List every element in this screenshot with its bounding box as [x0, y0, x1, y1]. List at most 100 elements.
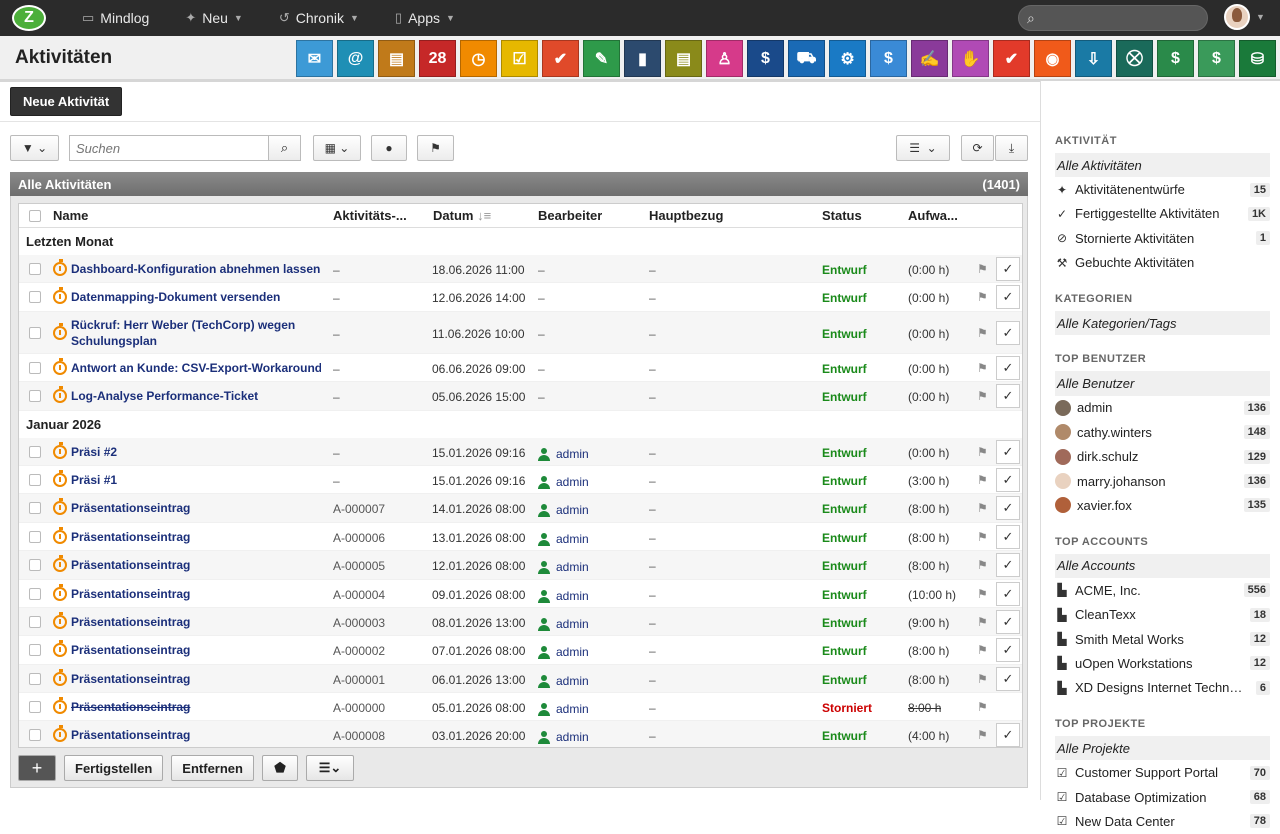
remove-button[interactable]: Entfernen [171, 755, 254, 781]
activity-name-link[interactable]: Antwort an Kunde: CSV-Export-Workaround [71, 361, 321, 375]
table-row[interactable]: Präsentationseintrag A-000006 13.01.2026… [19, 523, 1022, 552]
filter-button[interactable]: ▼ ⌄ [10, 135, 59, 161]
activity-name-link[interactable]: Präsi #1 [71, 473, 321, 487]
all-activities-link[interactable]: Alle Aktivitäten [1055, 153, 1270, 178]
module-tasks-button[interactable]: ☑ [501, 40, 538, 77]
table-row[interactable]: Präsentationseintrag A-000004 09.01.2026… [19, 580, 1022, 608]
table-row[interactable]: Präsentationseintrag A-000001 06.01.2026… [19, 664, 1022, 694]
col-number[interactable]: Aktivitäts-... [333, 208, 413, 223]
user-filter-item[interactable]: dirk.schulz 129 [1055, 445, 1270, 469]
search-button[interactable]: ⌕ [268, 136, 300, 160]
complete-button[interactable]: ✓ [996, 496, 1020, 521]
flag-icon[interactable]: ⚑ [977, 501, 988, 515]
nav-apps[interactable]: ▯ Apps ▼ [395, 10, 455, 26]
col-name[interactable]: Name [53, 208, 88, 223]
flag-filter-button[interactable]: ⚑ [417, 135, 454, 161]
flag-icon[interactable]: ⚑ [977, 530, 988, 544]
complete-button[interactable]: ✓ [996, 285, 1020, 310]
owner-cell[interactable]: admin [538, 701, 589, 717]
row-checkbox[interactable] [29, 530, 41, 543]
user-filter-item[interactable]: xavier.fox 135 [1055, 493, 1270, 517]
row-checkbox[interactable] [29, 263, 41, 275]
user-filter-item[interactable]: marry.johanson 136 [1055, 469, 1270, 493]
flag-icon[interactable]: ⚑ [977, 587, 988, 601]
account-filter-item[interactable]: ▙ XD Designs Internet Technol... 6 [1055, 676, 1270, 700]
flag-icon[interactable]: ⚑ [977, 290, 988, 304]
row-checkbox[interactable] [29, 729, 41, 742]
chevron-down-icon[interactable]: ▼ [1256, 12, 1265, 22]
flag-icon[interactable]: ⚑ [977, 445, 988, 459]
owner-cell[interactable]: admin [538, 559, 589, 575]
table-row[interactable]: Präsentationseintrag A-000002 07.01.2026… [19, 636, 1022, 665]
module-cart-button[interactable]: ⛒ [1116, 40, 1153, 77]
search-input[interactable] [70, 136, 268, 160]
flag-icon[interactable]: ⚑ [977, 672, 988, 686]
flag-icon[interactable]: ⚑ [977, 700, 988, 714]
date-filter-button[interactable]: ▦ ⌄ [313, 135, 361, 161]
module-handshake-button[interactable]: ✋ [952, 40, 989, 77]
project-filter-item[interactable]: ☑ Customer Support Portal 70 [1055, 760, 1270, 784]
row-checkbox[interactable] [29, 502, 41, 515]
flag-icon[interactable]: ⚑ [977, 326, 988, 340]
all-projects-link[interactable]: Alle Projekte [1055, 736, 1270, 761]
owner-cell[interactable]: admin [538, 446, 589, 461]
activity-name-link[interactable]: Präsentationseintrag [71, 615, 321, 629]
activity-name-link[interactable]: Präsentationseintrag [71, 530, 321, 544]
flag-icon[interactable]: ⚑ [977, 728, 988, 742]
global-search-input[interactable]: ⌕ [1018, 5, 1208, 31]
module-reception-button[interactable]: ♙ [706, 40, 743, 77]
module-download-box-button[interactable]: ⇩ [1075, 40, 1112, 77]
select-all-checkbox[interactable] [29, 210, 41, 222]
user-avatar[interactable] [1224, 4, 1250, 30]
all-users-link[interactable]: Alle Benutzer [1055, 371, 1270, 396]
row-checkbox[interactable] [29, 326, 41, 339]
app-logo[interactable]: Z [12, 5, 46, 31]
account-filter-item[interactable]: ▙ Smith Metal Works 12 [1055, 627, 1270, 651]
add-button[interactable]: + [18, 755, 56, 781]
module-folder-check-button[interactable]: ✔ [542, 40, 579, 77]
row-checkbox[interactable] [29, 361, 41, 374]
module-bookmark-button[interactable]: ▮ [624, 40, 661, 77]
table-row[interactable]: Präsi #2 – 15.01.2026 09:16 admin – Entw… [19, 437, 1022, 466]
table-row[interactable]: Präsentationseintrag A-000008 03.01.2026… [19, 721, 1022, 747]
owner-cell[interactable]: admin [538, 502, 589, 518]
all-accounts-link[interactable]: Alle Accounts [1055, 553, 1270, 579]
owner-cell[interactable]: admin [538, 588, 589, 603]
module-calendar-button[interactable]: 28 [419, 40, 456, 77]
complete-button[interactable]: ✓ [996, 355, 1020, 380]
activity-name-link[interactable]: Präsentationseintrag [71, 501, 321, 515]
nav-neu[interactable]: ✦ Neu ▼ [185, 10, 243, 26]
row-checkbox[interactable] [29, 701, 41, 714]
user-filter-item[interactable]: admin 136 [1055, 396, 1270, 420]
row-checkbox[interactable] [29, 390, 41, 403]
row-checkbox[interactable] [29, 644, 41, 657]
module-contacts-button[interactable]: ▤ [378, 40, 415, 77]
complete-button[interactable]: ✓ [996, 666, 1020, 691]
tag-button[interactable]: ⬟ [261, 755, 298, 781]
col-date[interactable]: Datum ↓≡ [433, 208, 491, 223]
module-stopwatch-button[interactable]: ◷ [460, 40, 497, 77]
table-row[interactable]: Präsentationseintrag A-000005 12.01.2026… [19, 551, 1022, 580]
flag-icon[interactable]: ⚑ [977, 262, 988, 276]
complete-button[interactable]: ✓ [996, 524, 1020, 549]
user-filter-button[interactable]: ● [371, 135, 407, 161]
activity-name-link[interactable]: Präsentationseintrag [71, 587, 321, 601]
module-database-button[interactable]: ⛁ [1239, 40, 1276, 77]
complete-button[interactable]: ✓ [996, 257, 1020, 281]
module-price-tag-button[interactable]: $ [1198, 40, 1235, 77]
table-row[interactable]: Log-Analyse Performance-Ticket – 05.06.2… [19, 382, 1022, 411]
activity-name-link[interactable]: Präsentationseintrag [71, 700, 321, 714]
user-filter-item[interactable]: cathy.winters 148 [1055, 420, 1270, 444]
project-filter-item[interactable]: ☑ Database Optimization 68 [1055, 785, 1270, 809]
col-main-ref[interactable]: Hauptbezug [649, 208, 723, 223]
flag-icon[interactable]: ⚑ [977, 615, 988, 629]
complete-button[interactable]: ✓ [996, 467, 1020, 492]
flag-icon[interactable]: ⚑ [977, 473, 988, 487]
activity-name-link[interactable]: Präsi #2 [71, 445, 321, 459]
table-row[interactable]: Präsentationseintrag A-000000 05.01.2026… [19, 693, 1022, 722]
row-checkbox[interactable] [29, 445, 41, 458]
table-row[interactable]: Antwort an Kunde: CSV-Export-Workaround … [19, 354, 1022, 383]
row-checkbox[interactable] [29, 672, 41, 685]
flag-icon[interactable]: ⚑ [977, 643, 988, 657]
col-status[interactable]: Status [822, 208, 862, 223]
